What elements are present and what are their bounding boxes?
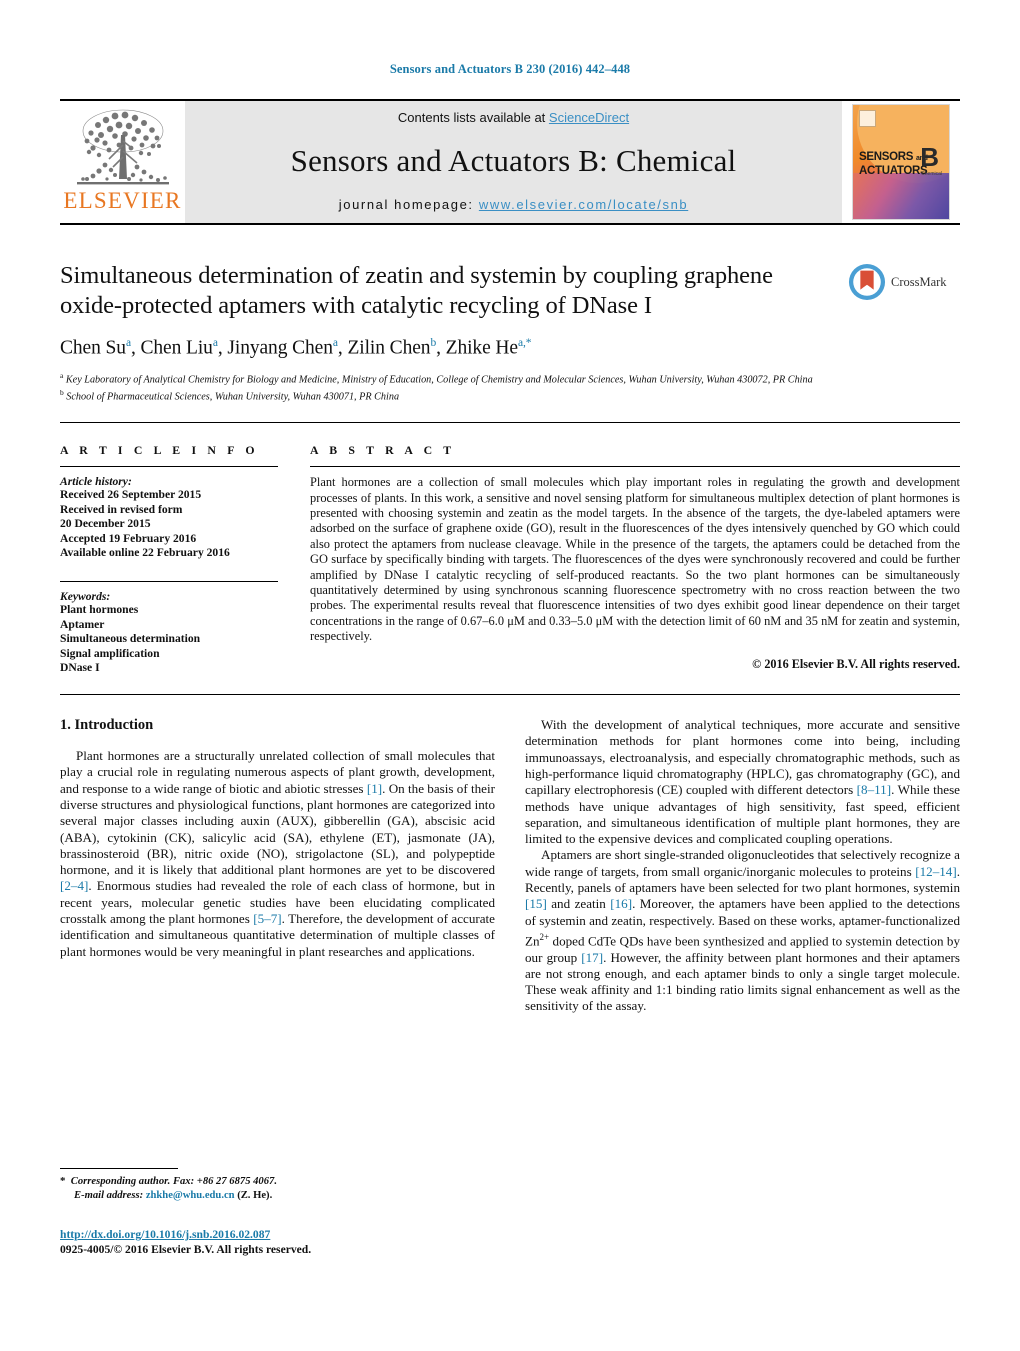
crossmark-label: CrossMark <box>891 274 947 289</box>
cover-title-text: SENSORS and ACTUATORS <box>859 151 928 177</box>
affiliation-b-text: School of Pharmaceutical Sciences, Wuhan… <box>66 391 400 403</box>
article-history-list: Received 26 September 2015 Received in r… <box>60 488 278 561</box>
body-column-right: With the development of analytical techn… <box>525 717 960 1015</box>
intro-paragraph-3: Aptamers are short single-stranded oligo… <box>525 847 960 1014</box>
cover-subtitle: Chemical <box>921 171 942 177</box>
affiliation-a-text: Key Laboratory of Analytical Chemistry f… <box>65 373 813 385</box>
abstract-heading: A B S T R A C T <box>310 443 456 458</box>
info-abstract-section: A R T I C L E I N F O Article history: R… <box>60 443 960 676</box>
title-column: Simultaneous determination of zeatin and… <box>60 261 848 321</box>
keyword-item: Plant hormones <box>60 603 139 617</box>
keyword-item: Signal amplification <box>60 646 160 660</box>
elsevier-logo: ELSEVIER <box>60 101 185 223</box>
divider-below-abstract <box>60 694 960 696</box>
doi-area: http://dx.doi.org/10.1016/j.snb.2016.02.… <box>60 1227 520 1257</box>
article-info-heading: A R T I C L E I N F O <box>60 443 259 458</box>
cover-letter-b: B <box>920 142 939 172</box>
intro-paragraph-1: Plant hormones are a structurally unrela… <box>60 748 495 959</box>
journal-homepage-link[interactable]: www.elsevier.com/locate/snb <box>479 197 688 212</box>
abstract-copyright: © 2016 Elsevier B.V. All rights reserved… <box>752 656 960 671</box>
intro-paragraph-2: With the development of analytical techn… <box>525 717 960 847</box>
journal-masthead: ELSEVIER Contents lists available at Sci… <box>60 99 960 225</box>
history-item: Received 26 September 2015 <box>60 488 202 502</box>
running-head: Sensors and Actuators B 230 (2016) 442–4… <box>389 62 631 76</box>
journal-homepage-line: journal homepage: www.elsevier.com/locat… <box>339 197 689 212</box>
contents-prefix: Contents lists available at <box>397 110 549 125</box>
email-note: E-mail address: zhkhe@whu.edu.cn (Z. He)… <box>74 1189 273 1201</box>
abstract-column: A B S T R A C T Plant hormones are a col… <box>310 443 960 676</box>
cover-line2: ACTUATORS <box>859 165 928 177</box>
cover-line1: SENSORS <box>859 151 914 163</box>
keyword-item: Aptamer <box>60 617 105 631</box>
article-info-column: A R T I C L E I N F O Article history: R… <box>60 443 310 676</box>
keywords-label: Keywords: <box>60 590 111 604</box>
crossmark-badge[interactable]: CrossMark <box>848 261 960 301</box>
corresponding-author-note: * Corresponding author. Fax: +86 27 6875… <box>60 1175 277 1187</box>
divider-above-info <box>60 422 960 424</box>
elsevier-tree-icon <box>76 109 169 185</box>
author-list: Chen Sua, Chen Liua, Jinyang Chena, Zili… <box>60 337 532 359</box>
contents-list-line: Contents lists available at ScienceDirec… <box>398 110 629 125</box>
body-columns: 1. Introduction Plant hormones are a str… <box>60 717 960 1015</box>
affiliation-b: b School of Pharmaceutical Sciences, Wuh… <box>60 388 400 403</box>
abstract-text: Plant hormones are a collection of small… <box>310 475 960 644</box>
body-column-left: 1. Introduction Plant hormones are a str… <box>60 717 495 1015</box>
history-item: 20 December 2015 <box>60 517 151 531</box>
keywords-list: Plant hormones Aptamer Simultaneous dete… <box>60 603 278 676</box>
paper-page: Sensors and Actuators B 230 (2016) 442–4… <box>0 0 1020 1351</box>
journal-band: Contents lists available at ScienceDirec… <box>185 101 842 223</box>
footnote-rule <box>60 1168 178 1169</box>
keyword-item: DNase I <box>60 661 100 675</box>
homepage-prefix: journal homepage: <box>338 197 479 212</box>
page-title: Simultaneous determination of zeatin and… <box>60 262 773 319</box>
footnote-area: * Corresponding author. Fax: +86 27 6875… <box>60 1168 510 1202</box>
crossmark-icon <box>848 263 886 301</box>
history-item: Accepted 19 February 2016 <box>60 531 197 545</box>
issn-copyright-line: 0925-4005/© 2016 Elsevier B.V. All right… <box>60 1243 312 1256</box>
cover-gradient-bottom <box>853 173 949 219</box>
doi-link[interactable]: http://dx.doi.org/10.1016/j.snb.2016.02.… <box>60 1227 520 1242</box>
journal-cover-thumbnail: SENSORS and ACTUATORS B Chemical <box>852 104 950 220</box>
introduction-heading: 1. Introduction <box>60 717 154 734</box>
history-item: Available online 22 February 2016 <box>60 546 230 560</box>
cover-elsevier-mark-icon <box>859 110 876 127</box>
journal-cover-block: SENSORS and ACTUATORS B Chemical <box>842 101 960 223</box>
sciencedirect-link[interactable]: ScienceDirect <box>549 110 629 125</box>
affiliation-a: a Key Laboratory of Analytical Chemistry… <box>60 370 813 385</box>
article-info-rule <box>60 466 278 468</box>
journal-title: Sensors and Actuators B: Chemical <box>290 143 737 178</box>
title-area: Simultaneous determination of zeatin and… <box>60 261 960 321</box>
keywords-rule <box>60 581 278 583</box>
affiliations: a Key Laboratory of Analytical Chemistry… <box>60 369 960 405</box>
keyword-item: Simultaneous determination <box>60 632 201 646</box>
elsevier-wordmark: ELSEVIER <box>63 188 182 213</box>
abstract-rule <box>310 466 960 468</box>
history-item: Received in revised form <box>60 502 183 516</box>
article-history-label: Article history: <box>60 475 132 489</box>
